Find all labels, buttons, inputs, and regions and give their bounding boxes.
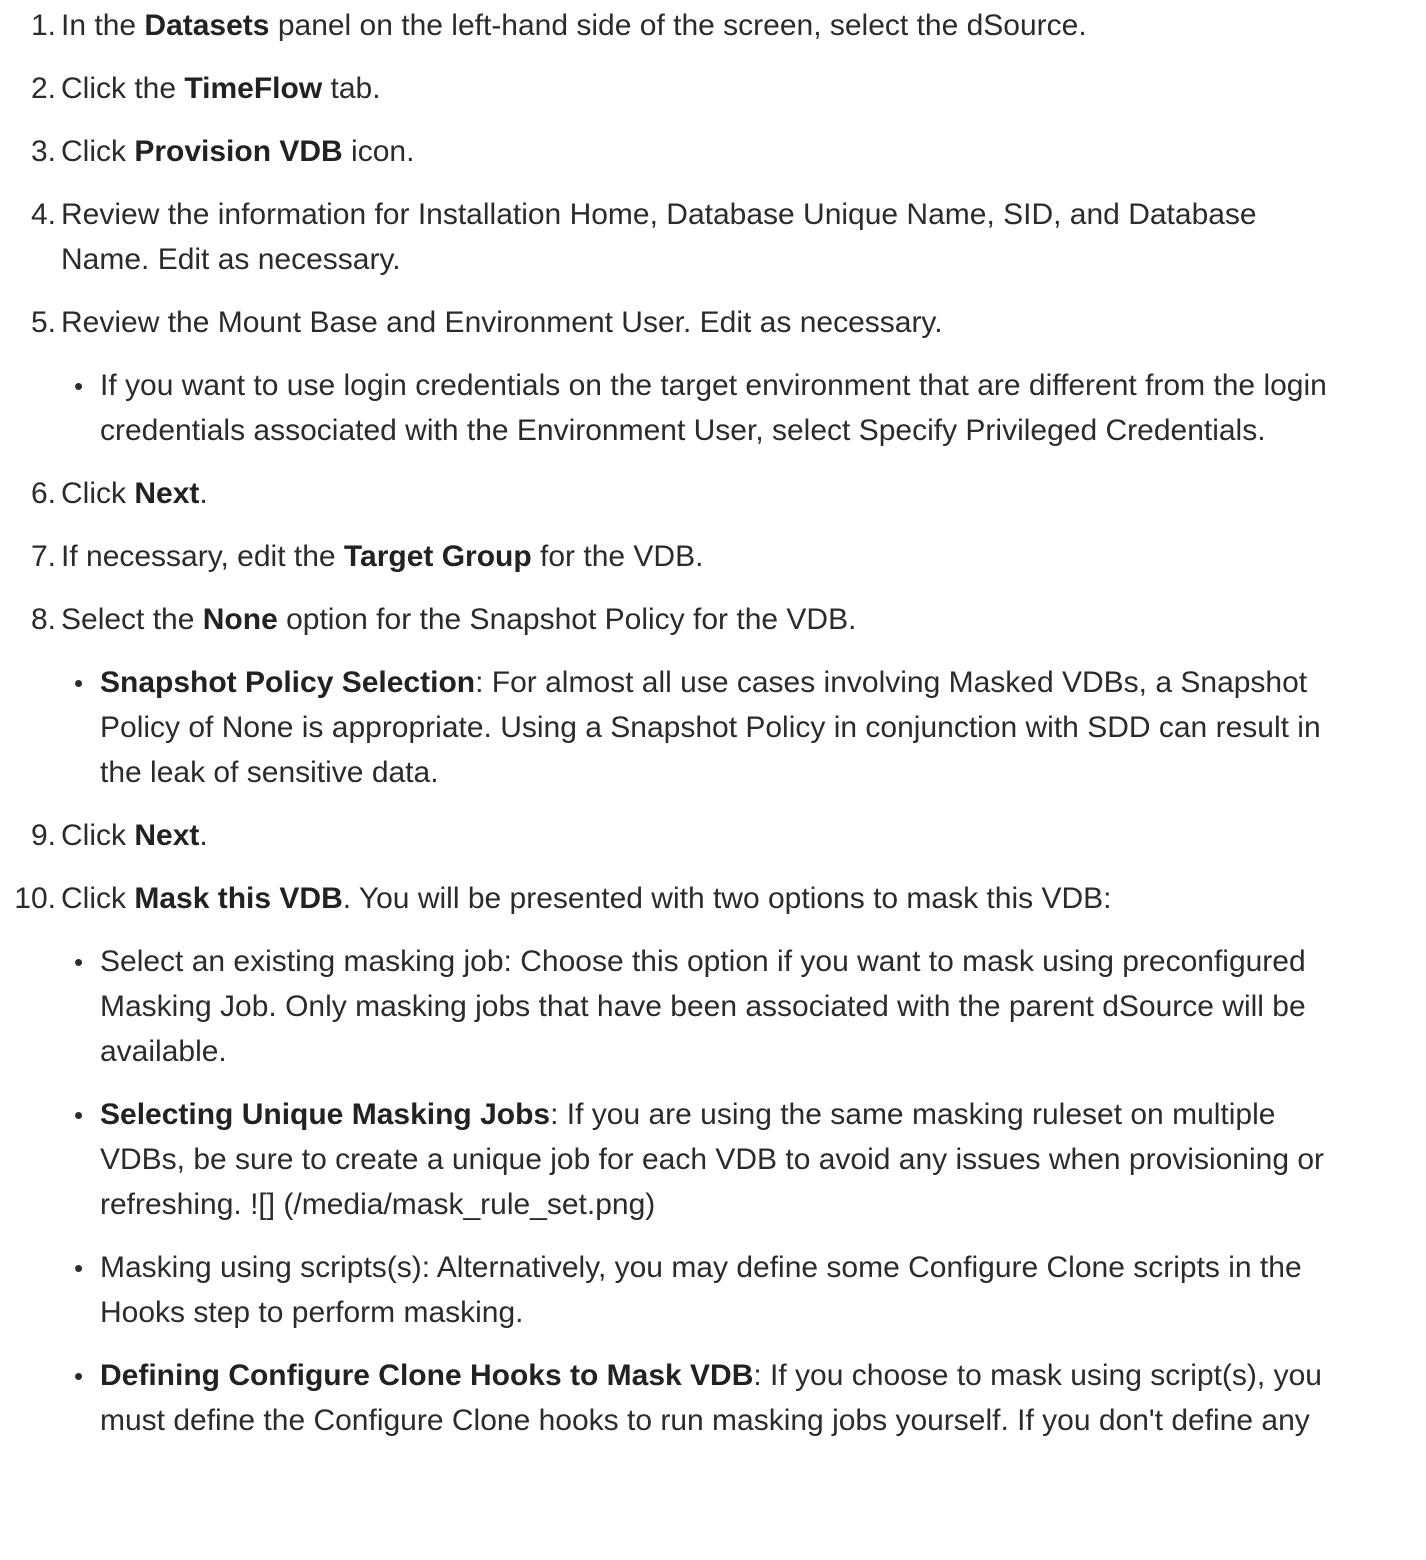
step-text-line: Click the TimeFlow tab. bbox=[61, 71, 381, 107]
step-number: 8. bbox=[30, 603, 56, 636]
text-run: . bbox=[199, 477, 208, 510]
text-run: Click the bbox=[61, 72, 185, 105]
bullet-marker: • bbox=[74, 1253, 84, 1283]
bullet-text-line: must define the Configure Clone hooks to… bbox=[100, 1403, 1310, 1439]
text-run: : If you are using the same masking rule… bbox=[550, 1098, 1276, 1131]
bold-term: Selecting Unique Masking Jobs bbox=[100, 1098, 551, 1131]
text-run: Hooks step to perform masking. bbox=[100, 1296, 524, 1329]
bold-term: Next bbox=[134, 477, 200, 510]
text-run: credentials associated with the Environm… bbox=[100, 414, 1266, 447]
text-run: icon. bbox=[342, 135, 415, 168]
bullet-marker: • bbox=[74, 1361, 84, 1391]
bullet-marker: • bbox=[74, 1100, 84, 1130]
step-text-line: Click Provision VDB icon. bbox=[61, 134, 414, 170]
text-run: . bbox=[199, 819, 208, 852]
text-run: refreshing. ![] (/media/mask_rule_set.pn… bbox=[100, 1188, 656, 1221]
step-text-line: Click Next. bbox=[61, 476, 208, 512]
text-run: Click bbox=[61, 819, 135, 852]
bullet-text-line: the leak of sensitive data. bbox=[100, 755, 439, 791]
step-number: 7. bbox=[30, 540, 56, 573]
bullet-marker: • bbox=[74, 947, 84, 977]
text-run: available. bbox=[100, 1035, 227, 1068]
step-number: 3. bbox=[30, 135, 56, 168]
bold-term: Mask this VDB bbox=[134, 882, 343, 915]
bullet-text-line: Snapshot Policy Selection: For almost al… bbox=[100, 665, 1307, 701]
text-run: In the bbox=[61, 9, 145, 42]
text-run: Click bbox=[61, 135, 135, 168]
text-run: option for the Snapshot Policy for the V… bbox=[277, 603, 857, 636]
text-run: must define the Configure Clone hooks to… bbox=[100, 1404, 1310, 1437]
bullet-marker: • bbox=[74, 371, 84, 401]
text-run: Select the bbox=[61, 603, 203, 636]
text-run: VDBs, be sure to create a unique job for… bbox=[100, 1143, 1325, 1176]
text-run: the leak of sensitive data. bbox=[100, 756, 439, 789]
bold-term: Datasets bbox=[144, 9, 270, 42]
text-run: tab. bbox=[322, 72, 381, 105]
bullet-text-line: Defining Configure Clone Hooks to Mask V… bbox=[100, 1358, 1322, 1394]
step-number: 9. bbox=[30, 819, 56, 852]
bullet-text-line: Select an existing masking job: Choose t… bbox=[100, 944, 1306, 980]
page-cutoff bbox=[0, 1546, 1426, 1560]
text-run: Review the Mount Base and Environment Us… bbox=[61, 306, 943, 339]
text-run: Click bbox=[61, 882, 135, 915]
step-text-line: If necessary, edit the Target Group for … bbox=[61, 539, 703, 575]
text-run: If necessary, edit the bbox=[61, 540, 344, 573]
step-text-line: Review the information for Installation … bbox=[61, 197, 1257, 233]
bold-term: Defining Configure Clone Hooks to Mask V… bbox=[100, 1359, 754, 1392]
text-run: Select an existing masking job: Choose t… bbox=[100, 945, 1306, 978]
bullet-text-line: Hooks step to perform masking. bbox=[100, 1295, 524, 1331]
bullet-text-line: available. bbox=[100, 1034, 227, 1070]
text-run: Review the information for Installation … bbox=[61, 198, 1257, 231]
bullet-text-line: Masking Job. Only masking jobs that have… bbox=[100, 989, 1306, 1025]
text-run: Masking Job. Only masking jobs that have… bbox=[100, 990, 1306, 1023]
bullet-marker: • bbox=[74, 668, 84, 698]
bold-term: Snapshot Policy Selection bbox=[100, 666, 476, 699]
bold-term: TimeFlow bbox=[184, 72, 323, 105]
text-run: Name. Edit as necessary. bbox=[61, 243, 401, 276]
text-run: Click bbox=[61, 477, 135, 510]
step-number: 2. bbox=[30, 72, 56, 105]
bullet-text-line: Policy of None is appropriate. Using a S… bbox=[100, 710, 1321, 746]
text-run: If you want to use login credentials on … bbox=[100, 369, 1327, 402]
step-number: 1. bbox=[30, 9, 56, 42]
step-number: 4. bbox=[30, 198, 56, 231]
step-number: 10. bbox=[14, 882, 56, 915]
step-number: 5. bbox=[30, 306, 56, 339]
step-text-line: Click Next. bbox=[61, 818, 208, 854]
text-run: Policy of None is appropriate. Using a S… bbox=[100, 711, 1321, 744]
bullet-text-line: refreshing. ![] (/media/mask_rule_set.pn… bbox=[100, 1187, 655, 1223]
step-text-line: Review the Mount Base and Environment Us… bbox=[61, 305, 943, 341]
bullet-text-line: credentials associated with the Environm… bbox=[100, 413, 1266, 449]
step-text-line: Name. Edit as necessary. bbox=[61, 242, 401, 278]
bold-term: Target Group bbox=[343, 540, 532, 573]
bold-term: None bbox=[202, 603, 278, 636]
bold-term: Provision VDB bbox=[134, 135, 343, 168]
bold-term: Next bbox=[134, 819, 200, 852]
text-run: . You will be presented with two options… bbox=[342, 882, 1112, 915]
bullet-text-line: VDBs, be sure to create a unique job for… bbox=[100, 1142, 1324, 1178]
text-run: Masking using scripts(s): Alternatively,… bbox=[100, 1251, 1302, 1284]
step-text-line: In the Datasets panel on the left-hand s… bbox=[61, 8, 1087, 44]
step-text-line: Click Mask this VDB. You will be present… bbox=[61, 881, 1111, 917]
bullet-text-line: If you want to use login credentials on … bbox=[100, 368, 1327, 404]
step-text-line: Select the None option for the Snapshot … bbox=[61, 602, 856, 638]
step-number: 6. bbox=[30, 477, 56, 510]
text-run: panel on the left-hand side of the scree… bbox=[269, 9, 1087, 42]
bullet-text-line: Selecting Unique Masking Jobs: If you ar… bbox=[100, 1097, 1275, 1133]
text-run: for the VDB. bbox=[531, 540, 704, 573]
text-run: : If you choose to mask using script(s),… bbox=[753, 1359, 1322, 1392]
text-run: : For almost all use cases involving Mas… bbox=[475, 666, 1308, 699]
bullet-text-line: Masking using scripts(s): Alternatively,… bbox=[100, 1250, 1302, 1286]
